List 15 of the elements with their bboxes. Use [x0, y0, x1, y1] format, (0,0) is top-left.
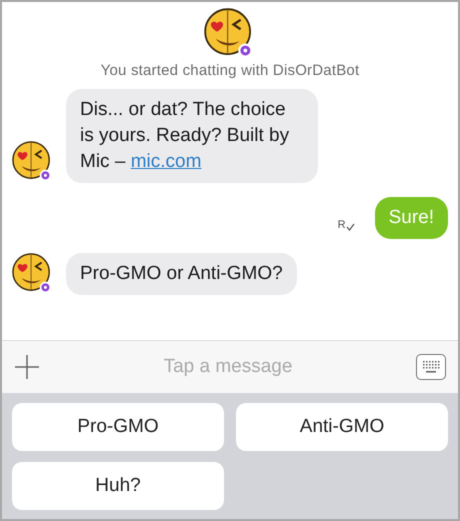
read-receipt: R	[338, 220, 346, 231]
keyboard-icon	[421, 359, 441, 375]
message-input[interactable]: Tap a message	[50, 355, 406, 379]
quick-reply-button[interactable]: Pro-GMO	[12, 403, 224, 451]
keyboard-button[interactable]	[416, 354, 446, 380]
message-bubble: Dis... or dat? The choice is yours. Ready? Built by Mic – mic.com	[66, 89, 318, 183]
quick-reply-button[interactable]: Anti-GMO	[236, 403, 448, 451]
message-bubble: Sure!	[374, 197, 448, 239]
link[interactable]: mic.com	[130, 151, 202, 172]
quick-reply-button[interactable]: Huh?	[12, 462, 224, 510]
plus-icon[interactable]	[14, 354, 40, 380]
check-icon	[346, 223, 355, 231]
message-composer[interactable]: Tap a message	[2, 340, 458, 393]
message-bubble: Pro-GMO or Anti-GMO?	[66, 253, 297, 295]
chat-start-caption: You started chatting with DisOrDatBot	[100, 62, 360, 79]
